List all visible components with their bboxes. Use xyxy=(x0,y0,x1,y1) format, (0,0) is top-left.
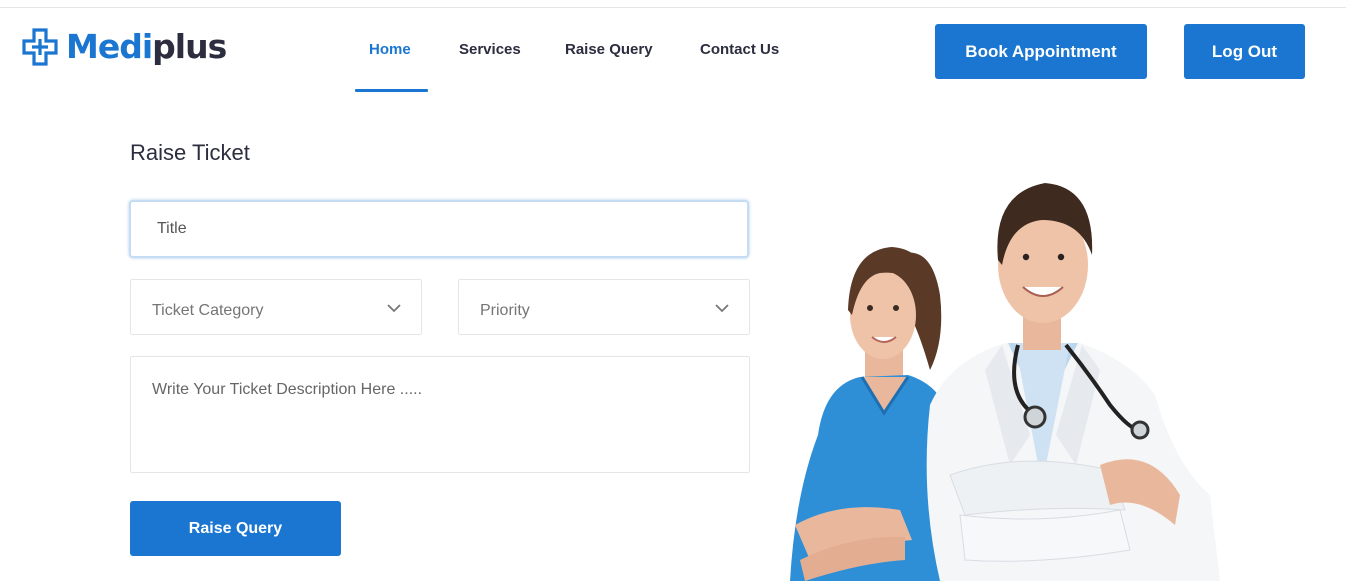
chevron-down-icon xyxy=(387,304,401,313)
form-heading: Raise Ticket xyxy=(130,140,250,165)
chevron-down-icon xyxy=(715,304,729,313)
brand-name: Mediplus xyxy=(66,27,227,67)
ticket-category-select[interactable]: Ticket Category xyxy=(130,279,422,335)
doctors-illustration xyxy=(790,183,1220,581)
brand-logo[interactable]: Mediplus xyxy=(22,27,227,67)
nav-contact-us[interactable]: Contact Us xyxy=(700,40,779,60)
priority-label: Priority xyxy=(480,302,530,319)
brand-name-part1: Medi xyxy=(66,27,153,66)
medical-cross-icon xyxy=(22,28,58,66)
ticket-category-label: Ticket Category xyxy=(152,302,264,319)
title-field xyxy=(129,200,749,258)
doctor-figure xyxy=(926,183,1220,581)
title-input[interactable] xyxy=(131,202,747,256)
description-textarea[interactable] xyxy=(131,357,749,472)
top-divider xyxy=(0,7,1346,8)
description-field xyxy=(130,356,750,473)
nav-active-indicator xyxy=(355,89,428,92)
nav-home[interactable]: Home xyxy=(369,40,411,60)
logout-button[interactable]: Log Out xyxy=(1184,24,1305,79)
nav-raise-query[interactable]: Raise Query xyxy=(565,40,653,60)
raise-query-button[interactable]: Raise Query xyxy=(130,501,341,556)
book-appointment-button[interactable]: Book Appointment xyxy=(935,24,1147,79)
nav-services[interactable]: Services xyxy=(459,40,521,60)
brand-name-part2: plus xyxy=(152,27,227,66)
priority-select[interactable]: Priority xyxy=(458,279,750,335)
